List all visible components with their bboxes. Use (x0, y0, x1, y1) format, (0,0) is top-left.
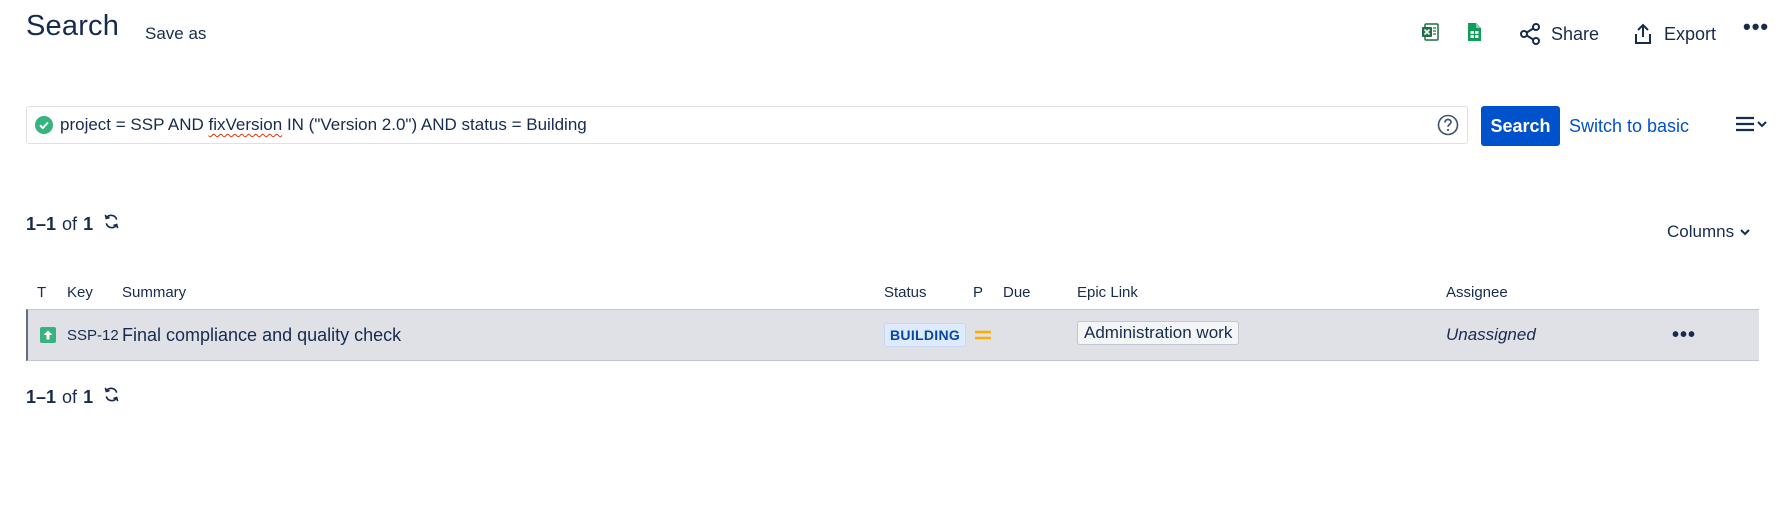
improvement-icon (40, 327, 56, 343)
switch-to-basic-link[interactable]: Switch to basic (1569, 116, 1689, 137)
column-header-priority[interactable]: P (973, 284, 983, 301)
chevron-down-icon (1757, 121, 1767, 128)
pagination-total: 1 (83, 214, 94, 234)
column-header-type[interactable]: T (37, 284, 46, 301)
list-view-icon (1736, 116, 1754, 132)
columns-button[interactable]: Columns (1667, 222, 1750, 242)
chevron-down-icon (1740, 229, 1750, 236)
column-header-summary[interactable]: Summary (122, 284, 186, 301)
issue-key[interactable]: SSP-12 (67, 310, 119, 360)
issue-summary[interactable]: Final compliance and quality check (122, 310, 401, 360)
refresh-icon[interactable] (103, 213, 120, 230)
pagination-total: 1 (83, 387, 94, 407)
pagination-range: 1–1 (26, 387, 57, 407)
refresh-icon[interactable] (103, 386, 120, 403)
pagination-range: 1–1 (26, 214, 57, 234)
help-icon[interactable] (1437, 114, 1459, 136)
page-title: Search (26, 10, 120, 42)
valid-query-check-icon (35, 116, 53, 134)
assignee-value: Unassigned (1446, 325, 1536, 344)
pagination-of: of (62, 387, 78, 407)
export-button[interactable]: Export (1631, 22, 1716, 46)
medium-priority-icon (975, 330, 991, 340)
row-actions-icon[interactable]: ••• (1672, 310, 1696, 360)
column-header-epic-link[interactable]: Epic Link (1077, 284, 1138, 301)
pagination-top: 1–1 of 1 (26, 214, 120, 235)
table-row[interactable]: SSP-12 Final compliance and quality chec… (26, 309, 1759, 361)
export-icon (1635, 23, 1651, 44)
jql-spellcheck-word: fixVersion (208, 115, 283, 134)
epic-link-badge[interactable]: Administration work (1077, 321, 1240, 345)
export-label: Export (1664, 23, 1717, 44)
more-actions-icon[interactable]: ••• (1743, 14, 1769, 40)
view-options-button[interactable] (1735, 116, 1767, 132)
column-header-status[interactable]: Status (884, 284, 927, 301)
search-button[interactable]: Search (1481, 106, 1560, 146)
column-header-due[interactable]: Due (1003, 284, 1031, 301)
jql-query-input[interactable]: project = SSP AND fixVersion IN ("Versio… (26, 106, 1468, 144)
column-header-assignee[interactable]: Assignee (1446, 284, 1508, 301)
column-header-key[interactable]: Key (67, 284, 93, 301)
pagination-bottom: 1–1 of 1 (26, 387, 120, 408)
share-label: Share (1551, 23, 1600, 44)
google-sheets-export-icon[interactable] (1464, 22, 1484, 42)
pagination-of: of (62, 214, 78, 234)
share-button[interactable]: Share (1518, 22, 1599, 46)
excel-export-icon[interactable] (1421, 22, 1441, 42)
share-icon (1520, 23, 1540, 45)
save-as-link[interactable]: Save as (145, 24, 206, 44)
status-badge[interactable]: BUILDING (884, 323, 967, 347)
columns-label: Columns (1667, 222, 1735, 241)
jql-query-text: project = SSP AND fixVersion IN ("Versio… (60, 115, 587, 134)
